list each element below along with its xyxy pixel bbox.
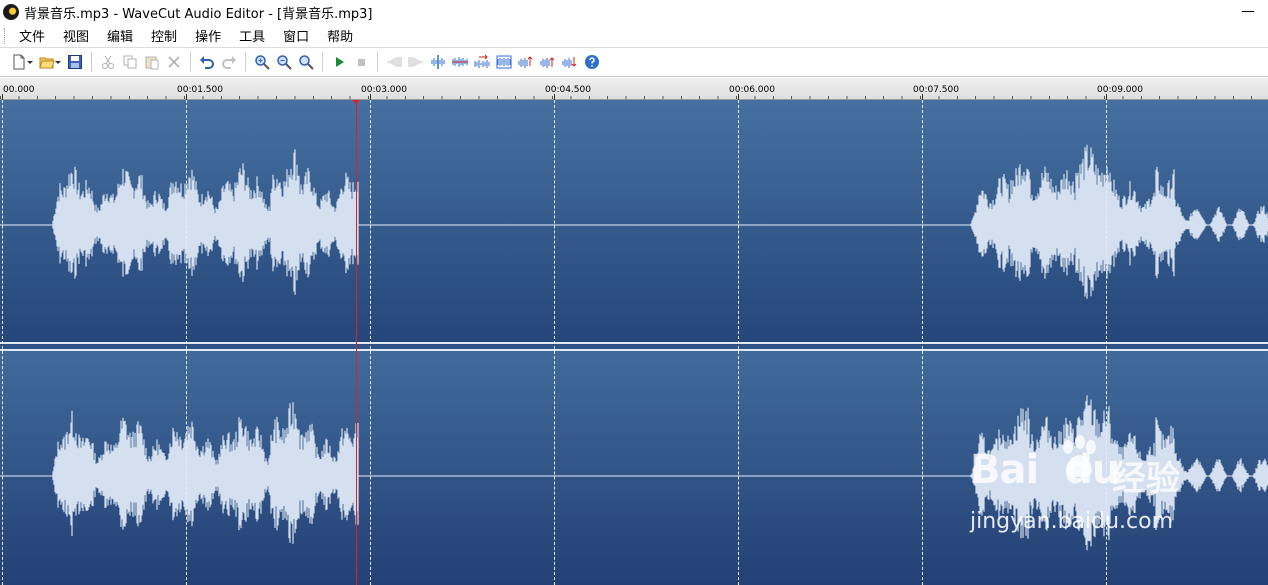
waveform-shape [52,395,1268,551]
ruler-label: 00:07.500 [913,85,959,95]
ruler-label: 00:01.500 [177,85,223,95]
time-gridline [922,100,923,585]
waveform-path [52,395,1268,551]
time-ruler[interactable]: 00.000 00:01.500 00:03.000 00:04.500 00:… [0,78,1268,100]
playhead[interactable] [356,100,357,585]
toolbar [0,48,1268,77]
title-bar: 背景音乐.mp3 - WaveCut Audio Editor - [背景音乐.… [0,0,1268,24]
cut-icon [102,55,114,69]
volume-up-button[interactable] [537,51,559,73]
time-gridline [370,100,371,585]
menu-window[interactable]: 窗口 [277,26,321,45]
open-dropdown[interactable] [54,51,62,73]
split-icon [431,55,445,69]
ruler-label: 00.000 [3,85,35,95]
volume-up-icon [540,57,555,68]
fade-in-icon [387,57,402,67]
split-button[interactable] [427,51,449,73]
ruler-label: 00:04.500 [545,85,591,95]
menu-edit[interactable]: 编辑 [101,26,145,45]
undo-icon [200,56,214,69]
window-title: 背景音乐.mp3 - WaveCut Audio Editor - [背景音乐.… [24,6,373,22]
right-channel[interactable] [0,351,1268,585]
reverse-icon [474,54,490,68]
volume-down-button[interactable] [559,51,581,73]
undo-button[interactable] [196,51,218,73]
ruler-label: 00:09.000 [1097,85,1143,95]
reverse-button[interactable] [471,51,493,73]
time-gridline [186,100,187,585]
save-icon [68,55,82,69]
left-channel-waveform [0,144,1268,299]
save-button[interactable] [64,51,86,73]
amplify-icon [518,56,533,68]
fade-out-button[interactable] [405,51,427,73]
play-icon [336,57,344,67]
zoom-fit-button[interactable] [295,51,317,73]
zoom-fit-icon [299,55,314,70]
paste-button[interactable] [141,51,163,73]
minimize-button[interactable] [1242,5,1254,17]
zoom-out-icon [277,55,292,70]
menu-help[interactable]: 帮助 [321,26,365,45]
cut-button[interactable] [97,51,119,73]
normalize-icon [496,55,512,69]
trim-button[interactable] [449,51,471,73]
copy-icon [123,55,137,69]
ruler-minor-ticks [0,96,1268,99]
volume-down-icon [562,57,577,68]
play-button[interactable] [328,51,350,73]
waveform-view[interactable]: Bai du 经验 jingyan.baidu.com [0,100,1268,585]
left-channel[interactable] [0,100,1268,342]
new-file-icon [13,54,25,70]
time-gridline [1106,100,1107,585]
zoom-in-button[interactable] [251,51,273,73]
ruler-label: 00:03.000 [361,85,407,95]
menu-view[interactable]: 视图 [57,26,101,45]
stop-icon [358,59,365,66]
copy-button[interactable] [119,51,141,73]
menubar-grip [4,27,7,44]
time-gridline [554,100,555,585]
normalize-button[interactable] [493,51,515,73]
menu-control[interactable]: 控制 [145,26,189,45]
delete-button[interactable] [163,51,185,73]
help-icon [585,55,599,69]
time-gridline [2,100,3,585]
menu-tools[interactable]: 工具 [233,26,277,45]
right-channel-waveform [0,395,1268,551]
ruler-label: 00:06.000 [729,85,775,95]
new-file-dropdown[interactable] [26,51,34,73]
redo-button[interactable] [218,51,240,73]
toolbar-separator [245,52,246,72]
open-folder-icon [39,57,55,69]
waveform-shape [52,144,1268,299]
help-button[interactable] [581,51,603,73]
trim-icon [452,57,468,67]
toolbar-separator [377,52,378,72]
paste-icon [145,56,159,70]
fade-in-button[interactable] [383,51,405,73]
amplify-button[interactable] [515,51,537,73]
fade-out-icon [408,57,424,67]
zoom-out-button[interactable] [273,51,295,73]
zoom-in-icon [255,55,270,70]
menu-file[interactable]: 文件 [13,26,57,45]
delete-icon [168,56,180,68]
menu-operation[interactable]: 操作 [189,26,233,45]
redo-icon [222,56,236,69]
toolbar-separator [322,52,323,72]
waveform-path [52,144,1268,299]
toolbar-separator [190,52,191,72]
toolbar-separator [91,52,92,72]
stop-button[interactable] [350,51,372,73]
menu-bar: 文件 视图 编辑 控制 操作 工具 窗口 帮助 [0,24,1268,48]
channel-divider [0,342,1268,351]
time-gridline [738,100,739,585]
wavecut-logo-icon [3,4,19,20]
playhead-marker[interactable] [352,100,360,104]
